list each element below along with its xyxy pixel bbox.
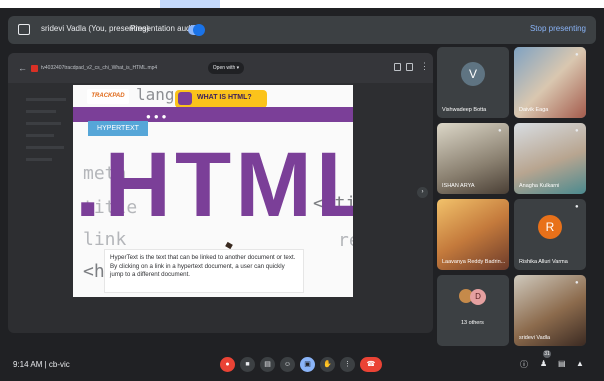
avatar: D — [470, 289, 486, 305]
ghost-line — [26, 134, 54, 137]
activities-icon[interactable]: ▲ — [576, 359, 584, 368]
video-file-icon — [31, 65, 38, 72]
open-with-button[interactable]: Open with ▾ — [208, 62, 244, 74]
stop-presenting-button[interactable]: Stop presenting — [530, 24, 586, 33]
others-tile[interactable]: D 13 others — [437, 275, 509, 346]
participant-tile[interactable]: ● Daivik Eaga — [514, 47, 586, 118]
mic-button[interactable]: ● — [220, 357, 235, 372]
more-options-button[interactable]: ⋮ — [340, 357, 355, 372]
more-options-icon[interactable]: ⋮ — [420, 61, 429, 72]
mic-off-icon: ● — [575, 128, 579, 134]
purple-band — [73, 107, 353, 122]
ghost-line — [26, 146, 64, 149]
mic-off-icon: ● — [498, 128, 502, 134]
participant-name: Rishika Alluri Varma — [519, 259, 568, 265]
camera-button[interactable]: ■ — [240, 357, 255, 372]
participant-name: Vishwadeep Botta — [442, 107, 487, 113]
browser-tab-strip — [0, 0, 604, 8]
leave-call-button[interactable]: ☎ — [360, 357, 382, 372]
meeting-info: 9:14 AM | cb-vic — [13, 360, 70, 369]
present-screen-icon — [18, 24, 30, 35]
participant-tile[interactable]: ● ISHAN ARYA — [437, 123, 509, 194]
present-button[interactable]: ▣ — [300, 357, 315, 372]
mic-off-icon: ● — [575, 204, 579, 210]
robot-icon — [178, 92, 192, 105]
download-icon[interactable] — [406, 63, 413, 71]
participant-name: Anagha Kulkarni — [519, 183, 560, 189]
info-icon[interactable]: ⓘ — [520, 359, 528, 370]
self-tile[interactable]: ● sridevi Vadla — [514, 275, 586, 346]
mic-off-icon: ● — [575, 280, 579, 286]
meeting-code: cb-vic — [48, 360, 70, 369]
clock: 9:14 AM — [13, 360, 43, 369]
viewer-toolbar: ← tv4032407tracdpad_v2_cs_chi_What_is_HT… — [8, 53, 433, 83]
chat-icon[interactable]: ▤ — [558, 359, 566, 368]
title-badge: WHAT IS HTML? — [175, 90, 267, 108]
participant-name: sridevi Vadla — [519, 335, 551, 341]
trackpad-logo: TRACKPAD — [87, 89, 129, 104]
hypertext-description: HyperText is the text that can be linked… — [104, 249, 304, 293]
participant-tile[interactable]: Laavanya Reddy Badrin... — [437, 199, 509, 270]
ghost-line — [26, 122, 61, 125]
ghost-line — [26, 110, 56, 113]
avatar: R — [538, 215, 562, 239]
raise-hand-button[interactable]: ✋ — [320, 357, 335, 372]
others-count: 13 others — [461, 320, 484, 326]
captions-button[interactable]: ▤ — [260, 357, 275, 372]
presentation-audio-toggle[interactable] — [188, 24, 205, 36]
add-icon[interactable] — [394, 63, 401, 71]
dots-decoration: ●●● — [146, 112, 170, 121]
separator: | — [44, 360, 47, 369]
presentation-audio-label: Presentation audio — [130, 24, 197, 33]
emoji-button[interactable]: ☺ — [280, 357, 295, 372]
avatar: V — [461, 62, 485, 86]
back-arrow-icon[interactable]: ← — [18, 63, 27, 73]
ghost-line — [26, 158, 52, 161]
people-count-badge: 31 — [543, 350, 551, 358]
code-word-h: <h — [83, 261, 105, 282]
code-word-lang: lang — [136, 85, 175, 104]
html-heading: .HTML — [75, 134, 353, 236]
active-tab-indicator — [160, 0, 220, 8]
file-name: tv4032407tracdpad_v2_cs_chi_What_is_HTML… — [41, 65, 158, 71]
participant-tile[interactable]: V Vishwadeep Botta — [437, 47, 509, 118]
presenting-bar: sridevi Vadla (You, presenting) Presenta… — [8, 16, 596, 44]
people-icon[interactable]: ♟ — [540, 359, 547, 368]
title-badge-text: WHAT IS HTML? — [197, 94, 252, 101]
participant-name: Laavanya Reddy Badrin... — [442, 259, 506, 265]
participant-tile[interactable]: ● Anagha Kulkarni — [514, 123, 586, 194]
next-arrow-icon[interactable]: › — [417, 187, 428, 198]
control-bar: 9:14 AM | cb-vic ● ■ ▤ ☺ ▣ ✋ ⋮ ☎ ⓘ 31 ♟ … — [0, 346, 604, 381]
participant-name: Daivik Eaga — [519, 107, 549, 113]
mic-off-icon: ● — [575, 52, 579, 58]
participant-tile[interactable]: R ● Rishika Alluri Varma — [514, 199, 586, 270]
ghost-line — [26, 98, 66, 101]
video-slide: lang TRACKPAD WHAT IS HTML? ●●● HYPERTEX… — [73, 85, 353, 297]
participant-name: ISHAN ARYA — [442, 183, 475, 189]
open-with-label: Open with — [212, 65, 236, 71]
